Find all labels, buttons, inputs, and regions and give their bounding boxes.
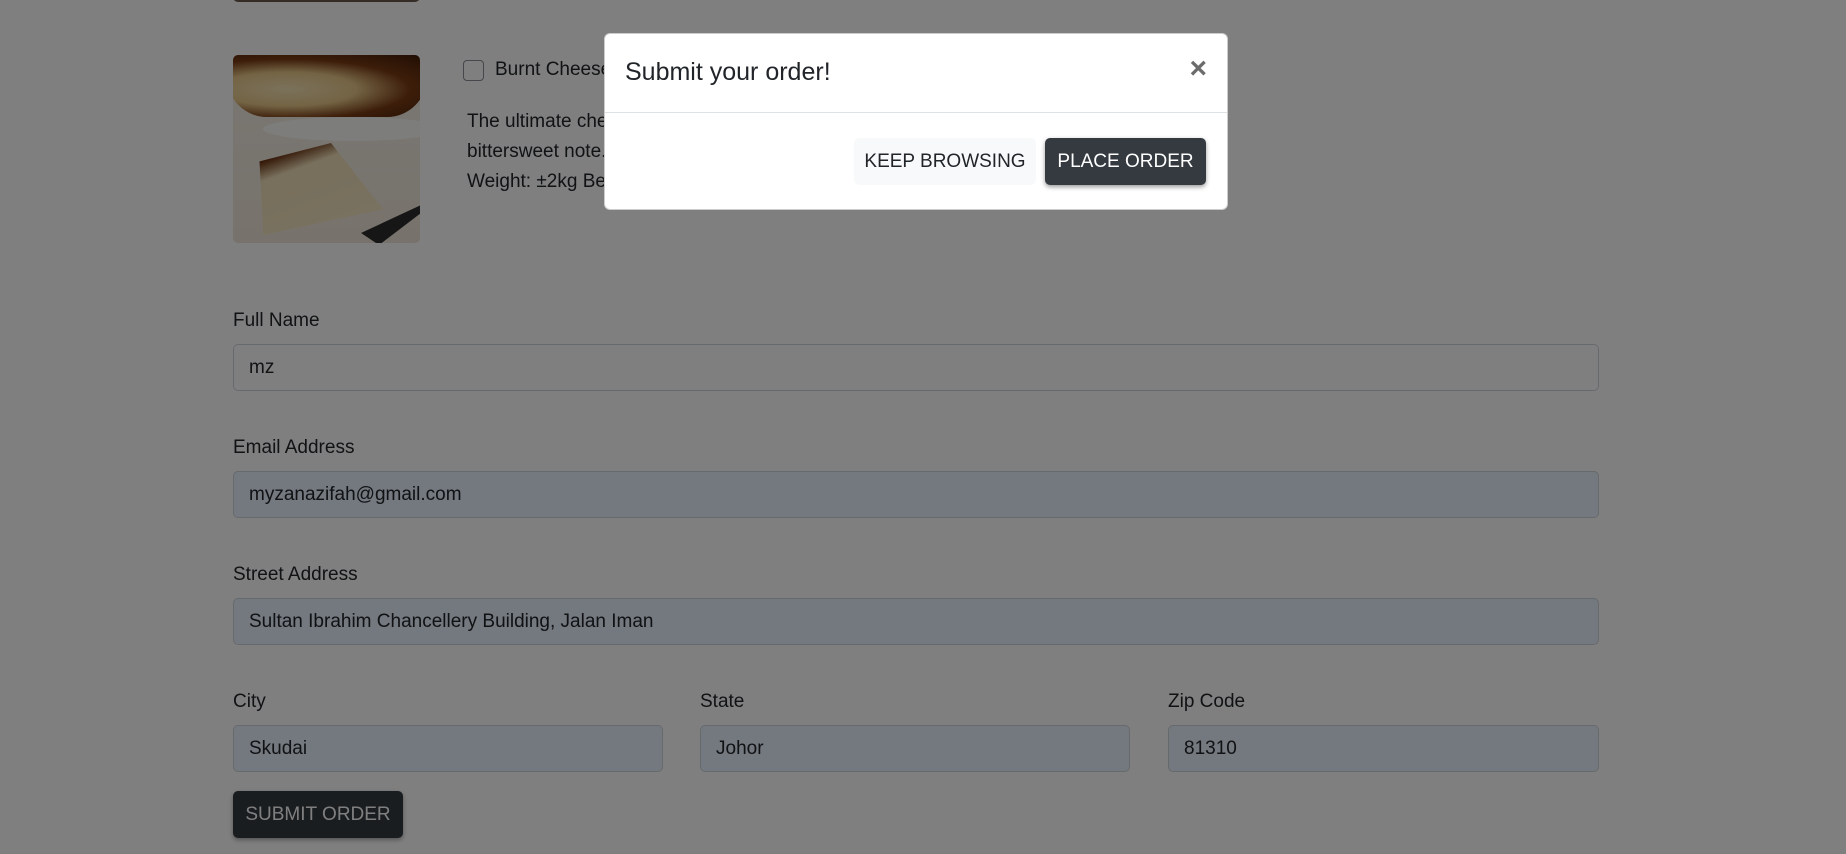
place-order-button[interactable]: PLACE ORDER (1045, 138, 1206, 185)
keep-browsing-button[interactable]: KEEP BROWSING (854, 138, 1036, 185)
modal-header: Submit your order! × (605, 34, 1227, 113)
close-icon[interactable]: × (1189, 52, 1207, 86)
submit-order-modal: Submit your order! × KEEP BROWSING PLACE… (604, 33, 1228, 210)
modal-title: Submit your order! (625, 58, 831, 86)
